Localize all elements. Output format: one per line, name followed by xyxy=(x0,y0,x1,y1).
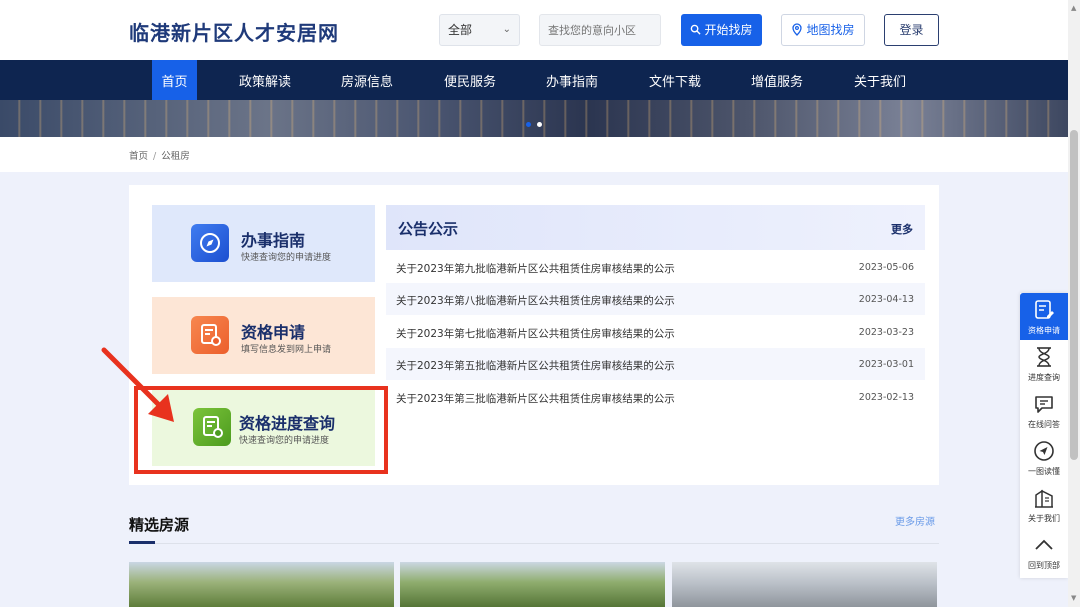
scroll-up-icon[interactable]: ▲ xyxy=(1071,4,1076,12)
notice-item[interactable]: 关于2023年第九批临港新片区公共租赁住房审核结果的公示 2023-05-06 xyxy=(386,251,925,283)
sidebar-item-label: 关于我们 xyxy=(1028,514,1060,523)
site-header: 临港新片区人才安居网 全部 ⌄ 开始找房 地图找房 登录 xyxy=(0,0,1068,60)
property-photo[interactable] xyxy=(400,562,665,607)
scrollbar-thumb[interactable] xyxy=(1070,130,1078,460)
map-search-button[interactable]: 地图找房 xyxy=(781,14,865,46)
breadcrumb-current: 公租房 xyxy=(161,151,190,162)
sidebar-item-back-to-top[interactable]: 回到顶部 xyxy=(1020,528,1068,575)
sidebar-item-label: 在线问答 xyxy=(1028,420,1060,429)
notice-item[interactable]: 关于2023年第五批临港新片区公共租赁住房审核结果的公示 2023-03-01 xyxy=(386,348,925,380)
nav-item-policy[interactable]: 政策解读 xyxy=(232,60,298,100)
carousel-dot[interactable] xyxy=(537,122,542,127)
banner-image xyxy=(0,100,1068,137)
notice-item-title: 关于2023年第三批临港新片区公共租赁住房审核结果的公示 xyxy=(396,393,675,405)
notice-item-date: 2023-05-06 xyxy=(858,262,914,273)
site-logo[interactable]: 临港新片区人才安居网 xyxy=(129,17,339,46)
nav-item-guide[interactable]: 办事指南 xyxy=(539,60,605,100)
sidebar-item-about[interactable]: 关于我们 xyxy=(1020,481,1068,528)
featured-title: 精选房源 xyxy=(129,516,190,534)
property-photo[interactable] xyxy=(672,562,937,607)
notice-header: 公告公示 更多 xyxy=(386,205,925,250)
nav-item-home[interactable]: 首页 xyxy=(152,60,197,100)
notice-item[interactable]: 关于2023年第八批临港新片区公共租赁住房审核结果的公示 2023-04-13 xyxy=(386,283,925,315)
nav-item-downloads[interactable]: 文件下载 xyxy=(642,60,708,100)
main-nav: 首页 政策解读 房源信息 便民服务 办事指南 文件下载 增值服务 关于我们 xyxy=(0,60,1068,100)
sidebar-item-apply[interactable]: 资格申请 xyxy=(1020,293,1068,340)
carousel-dot[interactable] xyxy=(526,122,531,127)
login-button[interactable]: 登录 xyxy=(884,14,939,46)
sidebar-item-label: 资格申请 xyxy=(1028,326,1060,335)
notice-item-title: 关于2023年第七批临港新片区公共租赁住房审核结果的公示 xyxy=(396,328,675,340)
map-pin-icon xyxy=(792,23,803,36)
breadcrumb: 首页 / 公租房 xyxy=(129,148,190,162)
nav-item-listings[interactable]: 房源信息 xyxy=(334,60,400,100)
notice-item-title: 关于2023年第八批临港新片区公共租赁住房审核结果的公示 xyxy=(396,295,675,307)
property-photo[interactable] xyxy=(129,562,394,607)
notice-more-link[interactable]: 更多 xyxy=(891,221,913,237)
notice-item-date: 2023-03-01 xyxy=(858,359,914,370)
sidebar-item-label: 回到顶部 xyxy=(1028,561,1060,570)
search-input[interactable] xyxy=(539,14,661,46)
category-select[interactable]: 全部 ⌄ xyxy=(439,14,520,46)
notice-item-title: 关于2023年第九批临港新片区公共租赁住房审核结果的公示 xyxy=(396,263,675,275)
divider xyxy=(129,543,939,544)
sidebar-item-infographic[interactable]: 一图读懂 xyxy=(1020,434,1068,481)
qualification-apply-title: 资格申请 xyxy=(241,323,306,342)
send-icon xyxy=(1034,441,1054,461)
chevron-down-icon: ⌄ xyxy=(502,24,511,35)
hourglass-icon xyxy=(1037,347,1051,367)
certificate-icon xyxy=(191,316,229,354)
sidebar-item-progress[interactable]: 进度查询 xyxy=(1020,340,1068,387)
notice-item-date: 2023-03-23 xyxy=(858,327,914,338)
notice-item-title: 关于2023年第五批临港新片区公共租赁住房审核结果的公示 xyxy=(396,360,675,372)
notice-item[interactable]: 关于2023年第七批临港新片区公共租赁住房审核结果的公示 2023-03-23 xyxy=(386,316,925,348)
sidebar-item-label: 一图读懂 xyxy=(1028,467,1060,476)
form-edit-icon xyxy=(1035,300,1054,319)
notice-title: 公告公示 xyxy=(398,220,459,238)
qualification-apply-subtitle: 填写信息发到网上申请 xyxy=(241,345,332,355)
compass-icon xyxy=(191,224,229,262)
search-icon xyxy=(691,24,702,35)
featured-more-link[interactable]: 更多房源 xyxy=(895,513,935,528)
sidebar-item-qa[interactable]: 在线问答 xyxy=(1020,387,1068,434)
building-icon xyxy=(1035,489,1053,508)
breadcrumb-separator: / xyxy=(153,151,157,162)
notice-item-date: 2023-04-13 xyxy=(858,294,914,305)
start-search-label: 开始找房 xyxy=(704,23,753,37)
scrollbar[interactable]: ▲ ▼ xyxy=(1068,0,1080,607)
annotation-arrow-icon xyxy=(101,347,174,422)
chat-icon xyxy=(1035,396,1053,413)
floating-sidebar: 资格申请 进度查询 在线问答 一图读懂 关于我们 回到顶部 xyxy=(1020,293,1068,578)
chevron-up-icon xyxy=(1035,539,1053,550)
breadcrumb-home[interactable]: 首页 xyxy=(129,151,148,162)
map-search-label: 地图找房 xyxy=(806,23,855,37)
nav-item-about[interactable]: 关于我们 xyxy=(847,60,913,100)
guide-card-subtitle: 快速查询您的申请进度 xyxy=(241,253,332,263)
notice-item[interactable]: 关于2023年第三批临港新片区公共租赁住房审核结果的公示 2023-02-13 xyxy=(386,381,925,413)
category-select-value: 全部 xyxy=(448,23,473,37)
notice-item-date: 2023-02-13 xyxy=(858,392,914,403)
guide-card-title: 办事指南 xyxy=(241,231,306,250)
start-search-button[interactable]: 开始找房 xyxy=(681,14,762,46)
nav-item-services[interactable]: 便民服务 xyxy=(437,60,503,100)
nav-item-value-added[interactable]: 增值服务 xyxy=(744,60,810,100)
hero-banner xyxy=(0,100,1068,137)
guide-card[interactable]: 办事指南 快速查询您的申请进度 xyxy=(152,205,375,282)
section-marker xyxy=(129,541,155,544)
sidebar-item-label: 进度查询 xyxy=(1028,373,1060,382)
scroll-down-icon[interactable]: ▼ xyxy=(1071,594,1076,602)
notice-board: 公告公示 更多 关于2023年第九批临港新片区公共租赁住房审核结果的公示 202… xyxy=(386,205,925,415)
